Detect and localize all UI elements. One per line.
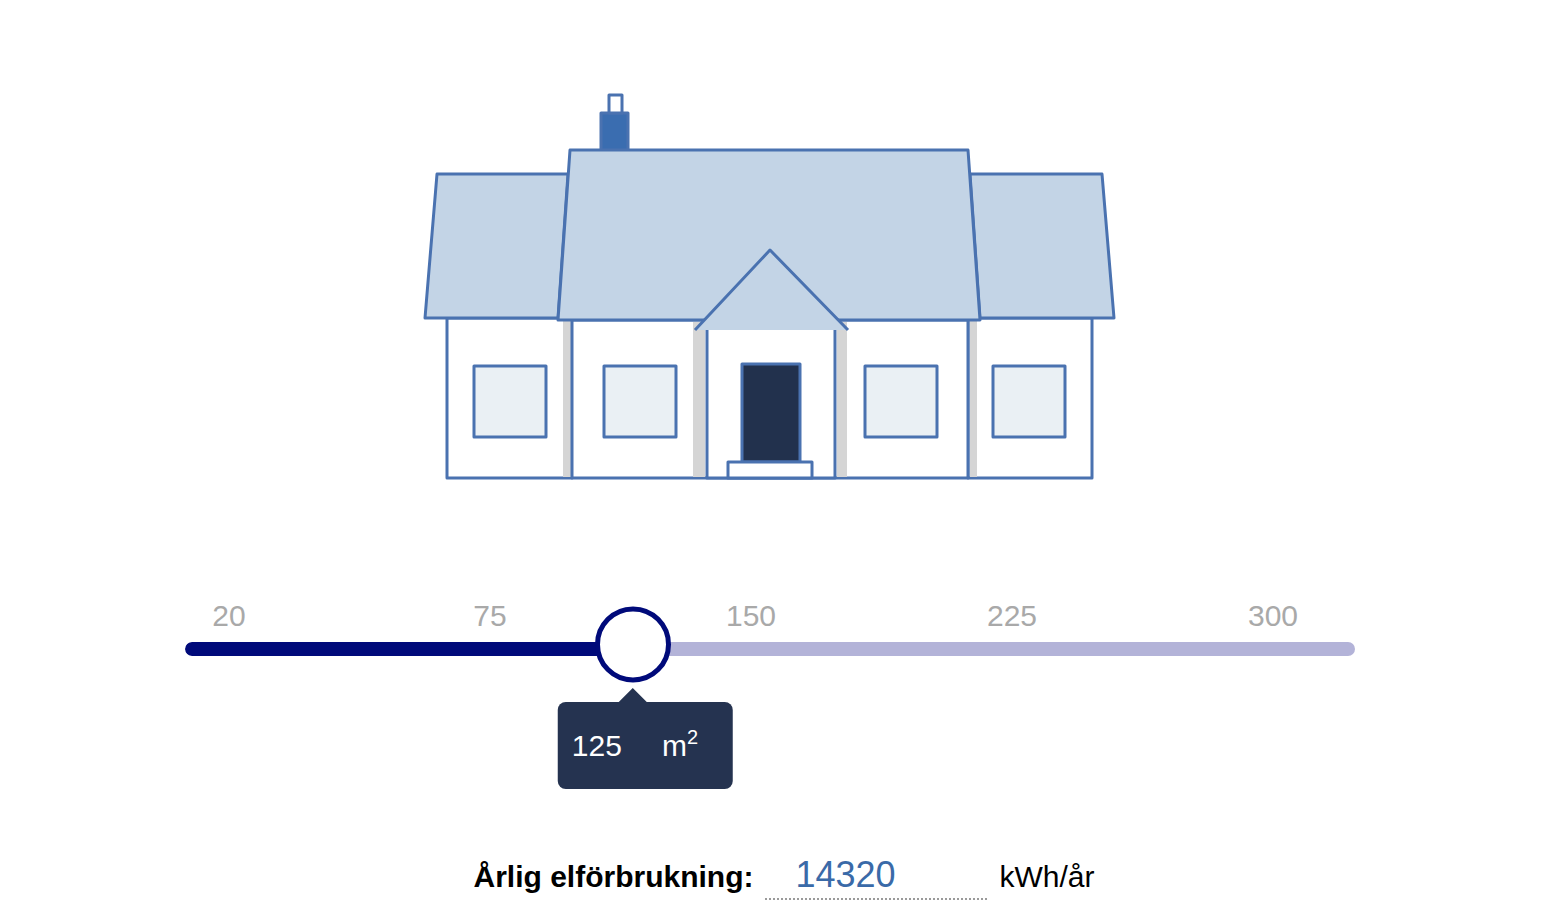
tick-label: 300: [1228, 600, 1318, 632]
slider-fill: [185, 642, 633, 656]
tooltip-value: 125: [572, 729, 622, 763]
tooltip-unit: m2: [662, 729, 698, 763]
tick-label: 75: [445, 600, 535, 632]
tick-label: 225: [967, 600, 1057, 632]
consumption-row: Årlig elförbrukning: 14320 kWh/år: [0, 854, 1568, 900]
value-tooltip: 125 m2: [558, 702, 733, 789]
tick-label: 150: [706, 600, 796, 632]
consumption-unit: kWh/år: [999, 860, 1094, 900]
area-slider[interactable]: 125 m2: [185, 632, 1355, 666]
slider-ticks: 20 75 150 225 300: [184, 600, 1318, 632]
consumption-input[interactable]: 14320: [765, 854, 987, 900]
slider-thumb[interactable]: [595, 606, 671, 682]
house-icon: [420, 85, 1120, 485]
consumption-label: Årlig elförbrukning:: [473, 860, 753, 900]
slider-track[interactable]: [185, 642, 1355, 656]
tick-label: 20: [184, 600, 274, 632]
page: 20 75 150 225 300 125 m2 Årlig elförbrukning…: [0, 0, 1568, 922]
